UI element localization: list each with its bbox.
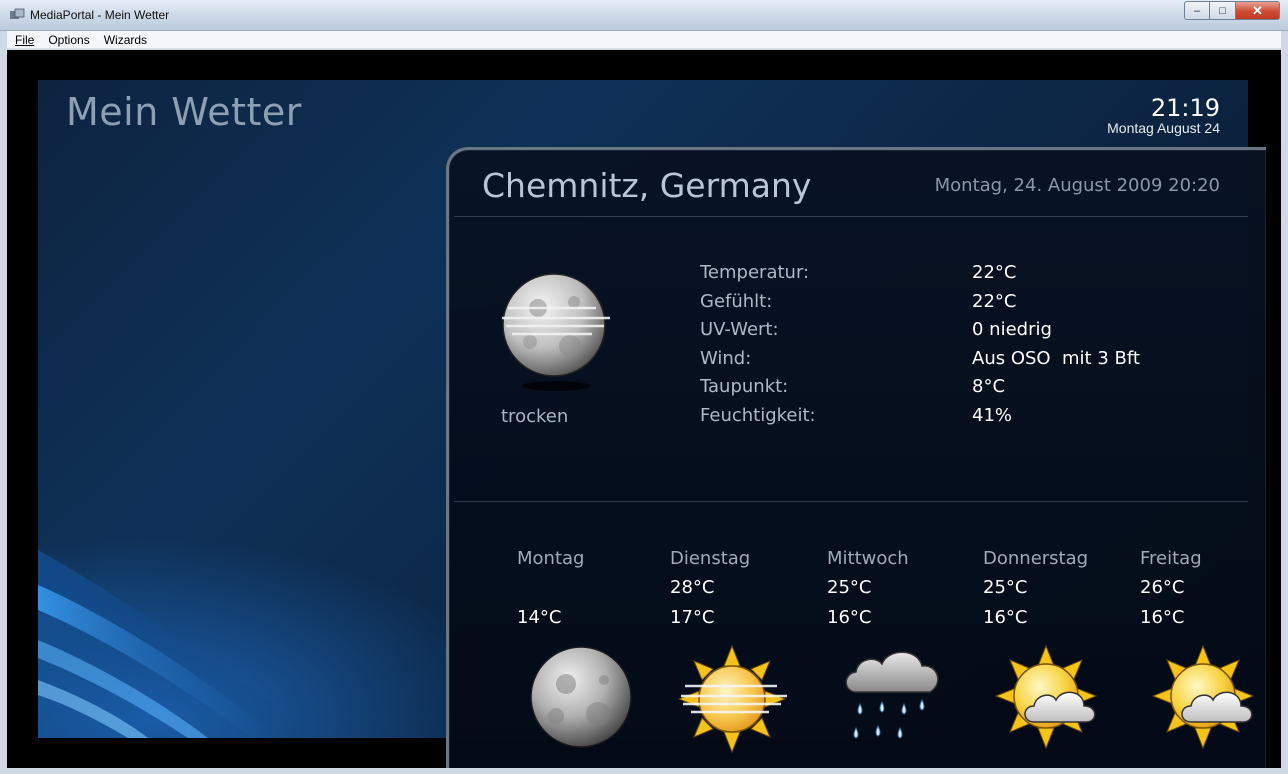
detail-value: Aus OSO mit 3 Bft: [972, 347, 1140, 369]
detail-row: Feuchtigkeit: 41%: [700, 405, 1220, 434]
divider: [454, 216, 1248, 217]
detail-row: Temperatur: 22°C: [700, 262, 1220, 291]
divider: [454, 501, 1248, 502]
forecast-high: 25°C: [983, 577, 1028, 598]
menu-bar: File Options Wizards: [7, 31, 1281, 49]
forecast-day-name: Donnerstag: [983, 548, 1089, 569]
moon-icon: [530, 646, 632, 748]
forecast-day-friday[interactable]: Freitag 26°C 16°C: [1140, 548, 1260, 635]
forecast-low: 17°C: [670, 607, 715, 628]
maximize-button[interactable]: □: [1210, 1, 1236, 20]
app-icon: [10, 8, 25, 19]
window-titlebar[interactable]: MediaPortal - Mein Wetter – □ ✕: [0, 0, 1288, 31]
forecast-high: [517, 577, 667, 607]
hazy-sun-icon: [677, 644, 787, 754]
forecast-high: 25°C: [827, 577, 872, 598]
detail-row: Gefühlt: 22°C: [700, 291, 1220, 320]
close-button[interactable]: ✕: [1236, 1, 1280, 20]
detail-value: 41%: [972, 404, 1013, 426]
detail-row: UV-Wert: 0 niedrig: [700, 319, 1220, 348]
page-title: Mein Wetter: [66, 90, 302, 134]
minimize-button[interactable]: –: [1184, 1, 1210, 20]
forecast-low: 16°C: [1140, 607, 1185, 628]
forecast-low: 16°C: [983, 607, 1028, 628]
forecast-high: 26°C: [1140, 577, 1185, 598]
forecast-day-monday[interactable]: Montag 14°C: [517, 548, 667, 635]
close-icon: ✕: [1252, 2, 1263, 18]
menu-wizards[interactable]: Wizards: [104, 33, 147, 47]
forecast-low: 16°C: [827, 607, 872, 628]
maximize-icon: □: [1219, 4, 1226, 17]
partly-cloudy-icon: [1151, 644, 1255, 750]
forecast-day-name: Dienstag: [670, 548, 751, 569]
detail-row: Wind: Aus OSO mit 3 Bft: [700, 348, 1220, 377]
clock-date: Montag August 24: [1107, 120, 1220, 136]
detail-label: Taupunkt:: [700, 376, 789, 398]
forecast-day-name: Freitag: [1140, 548, 1202, 569]
detail-row: Taupunkt: 8°C: [700, 376, 1220, 405]
current-condition: trocken: [501, 406, 569, 427]
detail-value: 22°C: [972, 262, 1017, 283]
forecast-day-wednesday[interactable]: Mittwoch 25°C 16°C: [827, 548, 977, 635]
detail-label: Gefühlt:: [700, 290, 773, 312]
location-name[interactable]: Chemnitz, Germany: [482, 166, 811, 205]
forecast-day-thursday[interactable]: Donnerstag 25°C 16°C: [983, 548, 1133, 635]
minimize-icon: –: [1193, 4, 1201, 17]
clock: 21:19 Montag August 24: [1107, 94, 1220, 136]
menu-file[interactable]: File: [15, 33, 34, 47]
observation-time: Montag, 24. August 2009 20:20: [934, 175, 1220, 196]
window-controls: – □ ✕: [1184, 1, 1280, 20]
partly-cloudy-icon: [994, 644, 1098, 750]
rain-cloud-icon: [845, 651, 939, 739]
forecast-day-tuesday[interactable]: Dienstag 28°C 17°C: [670, 548, 820, 635]
clock-time: 21:19: [1150, 94, 1220, 122]
detail-value: 22°C: [972, 290, 1017, 312]
detail-label: UV-Wert:: [700, 319, 779, 341]
detail-value: 0 niedrig: [972, 319, 1052, 341]
fog-moon-icon: [502, 273, 610, 391]
detail-value: 8°C: [972, 376, 1006, 398]
forecast-day-name: Montag: [517, 548, 585, 569]
forecast-high: 28°C: [670, 577, 715, 598]
window-title: MediaPortal - Mein Wetter: [30, 8, 170, 22]
forecast-day-name: Mittwoch: [827, 548, 909, 569]
detail-label: Temperatur:: [700, 262, 810, 283]
current-details: Temperatur: 22°C Gefühlt: 22°C UV-Wert: …: [700, 262, 1220, 434]
detail-label: Feuchtigkeit:: [700, 404, 816, 426]
window-bottom-border: [0, 768, 1288, 774]
menu-options[interactable]: Options: [48, 33, 89, 47]
detail-label: Wind:: [700, 347, 752, 369]
forecast-low: 14°C: [517, 607, 562, 628]
